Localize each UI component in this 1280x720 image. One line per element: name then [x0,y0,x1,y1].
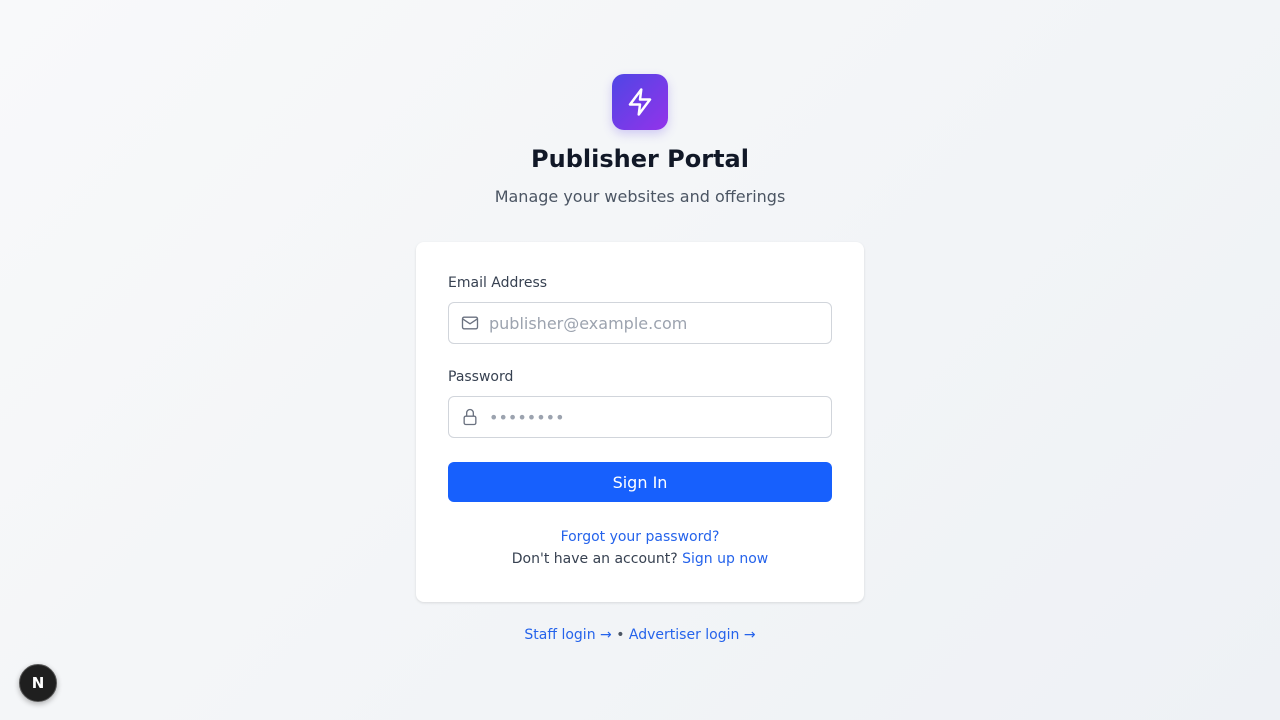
staff-login-link[interactable]: Staff login → [524,627,611,643]
login-page: Publisher Portal Manage your websites an… [0,0,1280,720]
forgot-password-row: Forgot your password? [416,529,864,545]
page-subtitle: Manage your websites and offerings [494,187,786,206]
dev-tools-badge[interactable]: N [19,664,57,702]
password-input[interactable] [489,397,831,437]
signup-row: Don't have an account? Sign up now [416,551,864,567]
dev-badge-label: N [31,674,45,692]
lock-icon [449,407,489,427]
page-title: Publisher Portal [531,145,749,173]
footer-separator: • [616,627,625,643]
password-field-wrapper[interactable] [448,396,832,438]
forgot-password-link[interactable]: Forgot your password? [561,529,720,545]
password-label: Password [448,369,514,385]
brand-logo [612,74,668,130]
email-input[interactable] [489,303,831,343]
signup-prompt: Don't have an account? [511,551,678,567]
alternate-logins: Staff login → • Advertiser login → [0,627,1280,643]
email-label: Email Address [448,275,548,291]
sign-in-button[interactable]: Sign In [448,462,832,502]
lightning-bolt-icon [628,88,652,116]
login-card: Email Address Password Sign In Forgo [416,242,864,602]
sign-up-link[interactable]: Sign up now [682,551,768,567]
advertiser-login-link[interactable]: Advertiser login → [629,627,756,643]
email-field-wrapper[interactable] [448,302,832,344]
mail-icon [449,313,489,333]
